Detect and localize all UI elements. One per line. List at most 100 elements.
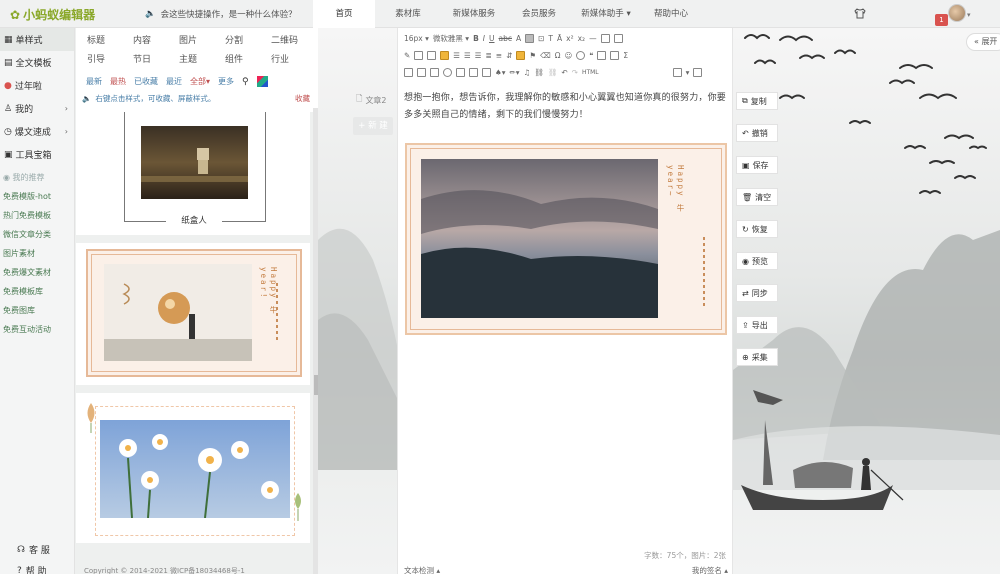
scrollbar-thumb[interactable] [314, 375, 318, 395]
fullscreen-icon[interactable] [693, 68, 703, 77]
sidebar-link-6[interactable]: 免费模板库 [0, 282, 74, 301]
action-button-6[interactable]: ⇄ 同步 [736, 284, 778, 302]
action-button-3[interactable]: 🗑 清空 [736, 188, 778, 206]
action-button-0[interactable]: ⧉ 复制 [736, 92, 778, 110]
announcement[interactable]: 🔈 会这些快捷操作，是一种什么体验？ [145, 8, 297, 20]
list-icon[interactable]: ≣ [486, 51, 492, 60]
action-button-1[interactable]: ↶ 撤销 [736, 124, 778, 142]
text-style-icon[interactable]: T [548, 34, 553, 43]
sidebar-item-5[interactable]: ▣ 工具宝箱 [0, 143, 74, 166]
category-tab[interactable]: 内容 [128, 32, 174, 51]
circle-icon[interactable] [576, 51, 586, 60]
sidebar-link-3[interactable]: 微信文章分类 [0, 225, 74, 244]
undo-icon[interactable]: ↶ [561, 68, 567, 77]
paragraph-icon[interactable]: ⇵ [506, 51, 512, 60]
category-tab[interactable]: 二维码 [266, 32, 312, 51]
category-tab[interactable]: 引导 [82, 51, 128, 70]
music-icon[interactable] [443, 68, 452, 77]
sidebar-item-1[interactable]: ▤ 全文模板 [0, 51, 74, 74]
chevron-down-icon[interactable]: ▾ [967, 11, 971, 19]
customer-service-button[interactable]: ☊ 客 服 [0, 543, 75, 557]
font-family-select[interactable]: 微软雅黑 ▾ [433, 33, 469, 44]
align-justify-icon[interactable]: ☰ [475, 51, 482, 60]
align-left-icon[interactable] [440, 51, 450, 60]
clear-format-icon[interactable]: ⌫ [540, 51, 551, 60]
strikethrough-icon[interactable]: abc [499, 34, 512, 43]
category-tab[interactable]: 分割 [220, 32, 266, 51]
chevron-down-icon[interactable]: ▾ [686, 68, 690, 77]
tab-materials[interactable]: 素材库 [375, 0, 441, 28]
link-icon[interactable]: ⛓ [534, 68, 544, 77]
redo-icon[interactable]: ↷ [572, 68, 578, 77]
sidebar-link-7[interactable]: 免费图库 [0, 301, 74, 320]
flag-icon[interactable]: ⚑ [529, 51, 536, 60]
table-icon[interactable] [597, 51, 607, 60]
sidebar-item-2[interactable]: ● 过年啦 [0, 74, 74, 97]
inserted-card[interactable]: Happy 牛 year~ [405, 143, 727, 335]
sidebar-link-4[interactable]: 图片素材 [0, 244, 74, 263]
edit-icon[interactable] [613, 34, 623, 43]
page-icon[interactable] [600, 34, 610, 43]
format-painter-icon[interactable] [516, 51, 526, 60]
tab-help-center[interactable]: 帮助中心 [641, 0, 701, 28]
tab-media-assistant[interactable]: 新媒体助手 ▾ [571, 0, 641, 28]
tab-media-service[interactable]: 新媒体服务 [441, 0, 507, 28]
quote-icon[interactable]: ❝ [589, 51, 593, 60]
eraser-icon[interactable]: ✎ [404, 51, 410, 60]
category-tab[interactable]: 行业 [266, 51, 312, 70]
sidebar-link-2[interactable]: 热门免费模板 [0, 206, 74, 225]
pen-icon[interactable]: ✏▾ [510, 68, 520, 77]
filter-more[interactable]: 更多 [218, 76, 234, 87]
filter-recent[interactable]: 最近 [166, 76, 182, 87]
style-card[interactable]: 纸盒人 [76, 112, 310, 235]
spacing-icon[interactable]: ≡ [496, 51, 502, 60]
bold-icon[interactable]: B [473, 34, 479, 43]
new-document-button[interactable]: + 新 建 [353, 117, 393, 135]
audio-icon[interactable]: ♫ [524, 68, 531, 77]
font-color-icon[interactable]: A [516, 34, 521, 43]
html-icon[interactable]: HTML [582, 69, 599, 76]
category-tab[interactable]: 组件 [220, 51, 266, 70]
horizontal-rule-icon[interactable]: — [589, 34, 597, 43]
search-icon[interactable]: ⚲ [242, 77, 249, 87]
document-tab[interactable]: 🗋 文章2 [356, 93, 387, 107]
category-tab[interactable]: 标题 [82, 32, 128, 51]
action-button-4[interactable]: ↻ 恢复 [736, 220, 778, 238]
sum-icon[interactable]: Σ [623, 51, 628, 60]
sidebar-item-4[interactable]: ◷ 爆文速成 › [0, 120, 74, 143]
panel-scrollbar[interactable] [313, 108, 318, 574]
category-tab[interactable]: 图片 [174, 32, 220, 51]
background-color-icon[interactable] [525, 34, 535, 43]
line-height-icon[interactable] [427, 51, 437, 60]
subscript-icon[interactable]: x₂ [578, 34, 585, 43]
text-check-link[interactable]: 文本检测 ▴ [404, 565, 440, 574]
video-icon[interactable] [430, 68, 439, 77]
filter-hot[interactable]: 最热 [110, 76, 126, 87]
template-icon[interactable] [610, 51, 620, 60]
case-icon[interactable]: Ā [557, 34, 562, 43]
font-size-select[interactable]: 16px ▾ [404, 34, 429, 43]
file-icon[interactable] [482, 68, 491, 77]
action-button-7[interactable]: ⇪ 导出 [736, 316, 778, 334]
filter-collected[interactable]: 已收藏 [134, 76, 158, 87]
expand-button[interactable]: « 展开 [966, 33, 1000, 51]
settings-icon[interactable] [672, 68, 682, 77]
app-logo[interactable]: ✿ 小蚂蚁编辑器 [10, 6, 95, 23]
map-icon[interactable] [469, 68, 478, 77]
tab-member-service[interactable]: 会员服务 [507, 0, 571, 28]
gallery-icon[interactable] [417, 68, 426, 77]
sidebar-item-0[interactable]: ▦ 单样式 [0, 28, 74, 51]
camera-icon[interactable] [456, 68, 465, 77]
brush-icon[interactable]: ♠▾ [495, 68, 506, 77]
text-box-icon[interactable]: ⊡ [538, 34, 544, 43]
tshirt-icon[interactable] [854, 8, 866, 19]
filter-latest[interactable]: 最新 [86, 76, 102, 87]
sidebar-link-8[interactable]: 免费互动活动 [0, 320, 74, 339]
editor-body-text[interactable]: 想抱一抱你，想告诉你，我理解你的敏感和小心翼翼也知道你真的很努力，你要多多关照自… [404, 90, 726, 124]
omega-icon[interactable]: Ω [555, 51, 561, 60]
help-button[interactable]: ? 帮 助 [0, 564, 75, 574]
sidebar-link-5[interactable]: 免费爆文素材 [0, 263, 74, 282]
sidebar-link-1[interactable]: 免费模版-hot [0, 187, 74, 206]
unlink-icon[interactable]: ⛓ [548, 68, 558, 77]
signature-link[interactable]: 我的签名 ▴ [692, 565, 728, 574]
